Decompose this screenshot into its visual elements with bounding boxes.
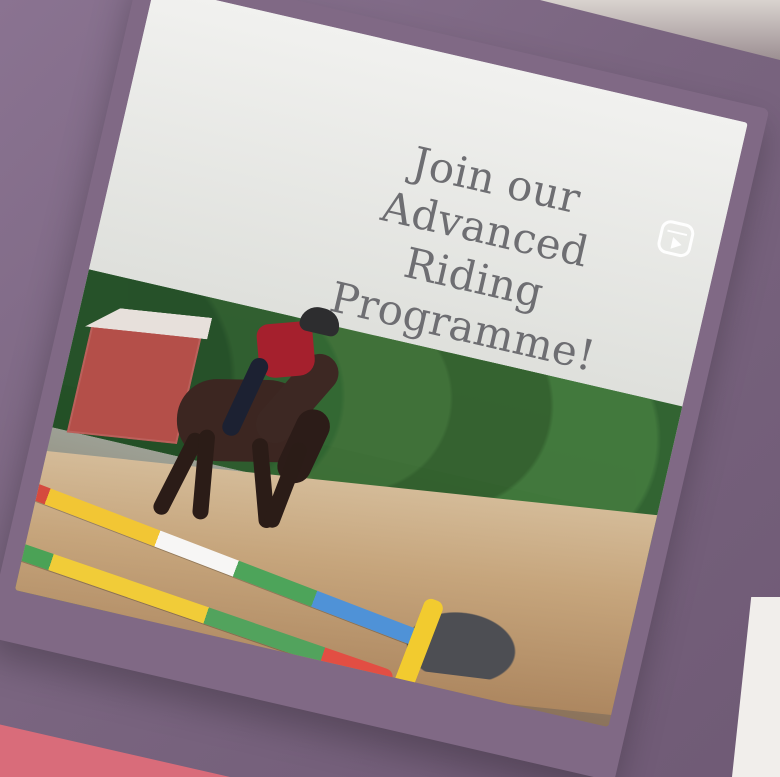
- right-edge-background-card: [732, 597, 780, 777]
- bottom-left-background-card: [0, 724, 230, 777]
- screenshot-stage: Join our Advanced Riding Programme!: [0, 0, 780, 777]
- riding-photo[interactable]: Join our Advanced Riding Programme!: [14, 0, 748, 727]
- top-right-background-photo: [540, 0, 780, 60]
- post-card[interactable]: Join our Advanced Riding Programme!: [0, 0, 770, 777]
